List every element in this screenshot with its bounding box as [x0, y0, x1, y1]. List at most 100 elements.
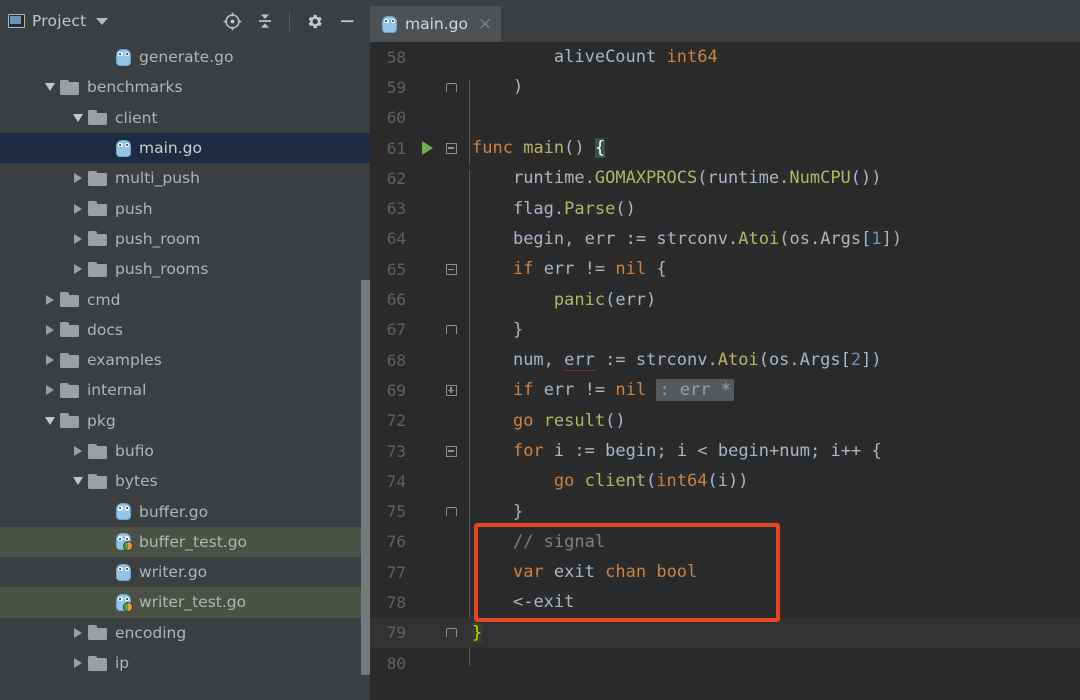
- tree-item-bytes[interactable]: bytes: [0, 466, 370, 496]
- tree-item-label: buffer.go: [139, 503, 208, 521]
- tree-item-internal[interactable]: internal: [0, 375, 370, 405]
- chevron-right-icon[interactable]: [70, 170, 86, 186]
- folder-icon: [60, 322, 79, 337]
- chevron-right-icon[interactable]: [70, 261, 86, 277]
- tree-item-buffer-go[interactable]: buffer.go: [0, 496, 370, 526]
- tree-item-push-rooms[interactable]: push_rooms: [0, 254, 370, 284]
- tree-item-multi-push[interactable]: multi_push: [0, 163, 370, 193]
- chevron-right-icon[interactable]: [42, 322, 58, 338]
- chevron-down-icon[interactable]: [42, 413, 58, 429]
- project-tool-header: Project: [0, 0, 370, 42]
- fold-collapse-icon[interactable]: [438, 446, 464, 457]
- run-gutter-icon[interactable]: [416, 141, 438, 155]
- code-line-61[interactable]: 61func main() {: [370, 133, 1080, 163]
- code-line-68[interactable]: 68 num, err := strconv.Atoi(os.Args[2]): [370, 345, 1080, 375]
- ide-window: Project: [0, 0, 1080, 700]
- tree-item-label: pkg: [87, 412, 116, 430]
- chevron-right-icon[interactable]: [42, 382, 58, 398]
- code-line-76[interactable]: 76 // signal: [370, 527, 1080, 557]
- tree-item-main-go[interactable]: main.go: [0, 133, 370, 163]
- project-title-group[interactable]: Project: [8, 12, 108, 30]
- fold-end-icon[interactable]: [438, 507, 464, 516]
- fold-end-icon[interactable]: [438, 628, 464, 637]
- folder-icon: [60, 80, 79, 95]
- fold-expand-icon[interactable]: [438, 385, 464, 396]
- code-line-78[interactable]: 78 <-exit: [370, 587, 1080, 617]
- tree-item-buffer-test-go[interactable]: buffer_test.go: [0, 527, 370, 557]
- chevron-right-icon[interactable]: [70, 443, 86, 459]
- code-line-75[interactable]: 75 }: [370, 496, 1080, 526]
- chevron-down-icon[interactable]: [70, 473, 86, 489]
- tab-main-go[interactable]: main.go ×: [370, 6, 501, 42]
- go-file-icon: [116, 503, 131, 520]
- tree-item-ip[interactable]: ip: [0, 648, 370, 678]
- code-text: panic(err): [464, 290, 1080, 310]
- code-line-64[interactable]: 64 begin, err := strconv.Atoi(os.Args[1]…: [370, 224, 1080, 254]
- code-line-62[interactable]: 62 runtime.GOMAXPROCS(runtime.NumCPU()): [370, 163, 1080, 193]
- line-number: 74: [370, 472, 416, 491]
- tree-item-cmd[interactable]: cmd: [0, 284, 370, 314]
- fold-end-icon[interactable]: [438, 325, 464, 334]
- close-icon[interactable]: ×: [478, 16, 492, 33]
- code-text: runtime.GOMAXPROCS(runtime.NumCPU()): [464, 168, 1080, 188]
- chevron-down-icon[interactable]: [70, 110, 86, 126]
- chevron-down-icon[interactable]: [42, 79, 58, 95]
- tree-item-label: docs: [87, 321, 123, 339]
- gear-icon[interactable]: [303, 10, 325, 32]
- sidebar-scrollbar[interactable]: [361, 280, 370, 675]
- folder-icon: [60, 413, 79, 428]
- tree-item-client[interactable]: client: [0, 103, 370, 133]
- tree-item-writer-go[interactable]: writer.go: [0, 557, 370, 587]
- tree-item-push[interactable]: push: [0, 193, 370, 223]
- line-number: 79: [370, 623, 416, 642]
- tree-item-docs[interactable]: docs: [0, 315, 370, 345]
- code-line-72[interactable]: 72 go result(): [370, 406, 1080, 436]
- code-text: }: [464, 623, 1080, 643]
- tree-item-encoding[interactable]: encoding: [0, 618, 370, 648]
- tree-item-label: internal: [87, 381, 146, 399]
- chevron-right-icon[interactable]: [70, 625, 86, 641]
- code-editor[interactable]: 58 aliveCount int6459 )6061func main() {…: [370, 42, 1080, 700]
- tree-item-pkg[interactable]: pkg: [0, 406, 370, 436]
- line-number: 77: [370, 563, 416, 582]
- tree-item-generate-go[interactable]: generate.go: [0, 42, 370, 72]
- code-text: for i := begin; i < begin+num; i++ {: [464, 441, 1080, 461]
- code-line-63[interactable]: 63 flag.Parse(): [370, 193, 1080, 223]
- collapsed-fold-region[interactable]: : err *: [656, 379, 734, 401]
- code-line-79[interactable]: 79}: [370, 618, 1080, 648]
- tree-item-writer-test-go[interactable]: writer_test.go: [0, 587, 370, 617]
- chevron-right-icon[interactable]: [70, 655, 86, 671]
- code-line-73[interactable]: 73 for i := begin; i < begin+num; i++ {: [370, 436, 1080, 466]
- minimize-icon[interactable]: [336, 10, 358, 32]
- code-line-77[interactable]: 77 var exit chan bool: [370, 557, 1080, 587]
- code-text: go client(int64(i)): [464, 471, 1080, 491]
- chevron-right-icon[interactable]: [70, 231, 86, 247]
- chevron-right-icon[interactable]: [70, 201, 86, 217]
- chevron-right-icon[interactable]: [42, 352, 58, 368]
- code-line-74[interactable]: 74 go client(int64(i)): [370, 466, 1080, 496]
- folder-icon: [88, 201, 107, 216]
- code-line-58[interactable]: 58 aliveCount int64: [370, 42, 1080, 72]
- code-line-67[interactable]: 67 }: [370, 315, 1080, 345]
- fold-end-icon[interactable]: [438, 83, 464, 92]
- code-line-80[interactable]: 80: [370, 648, 1080, 678]
- code-line-66[interactable]: 66 panic(err): [370, 284, 1080, 314]
- twisty-spacer: [98, 140, 114, 156]
- tree-item-bufio[interactable]: bufio: [0, 436, 370, 466]
- tree-item-push-room[interactable]: push_room: [0, 224, 370, 254]
- code-line-65[interactable]: 65 if err != nil {: [370, 254, 1080, 284]
- folder-icon: [88, 262, 107, 277]
- crosshair-icon[interactable]: [221, 10, 243, 32]
- chevron-down-icon[interactable]: [96, 18, 108, 25]
- tree-item-examples[interactable]: examples: [0, 345, 370, 375]
- code-line-69[interactable]: 69 if err != nil : err *: [370, 375, 1080, 405]
- tree-item-benchmarks[interactable]: benchmarks: [0, 72, 370, 102]
- fold-collapse-icon[interactable]: [438, 143, 464, 154]
- fold-collapse-icon[interactable]: [438, 264, 464, 275]
- chevron-right-icon[interactable]: [42, 292, 58, 308]
- code-line-60[interactable]: 60: [370, 103, 1080, 133]
- code-line-59[interactable]: 59 ): [370, 72, 1080, 102]
- collapse-all-icon[interactable]: [254, 10, 276, 32]
- code-text: go result(): [464, 411, 1080, 431]
- project-tree-panel[interactable]: generate.gobenchmarksclientmain.gomulti_…: [0, 42, 370, 700]
